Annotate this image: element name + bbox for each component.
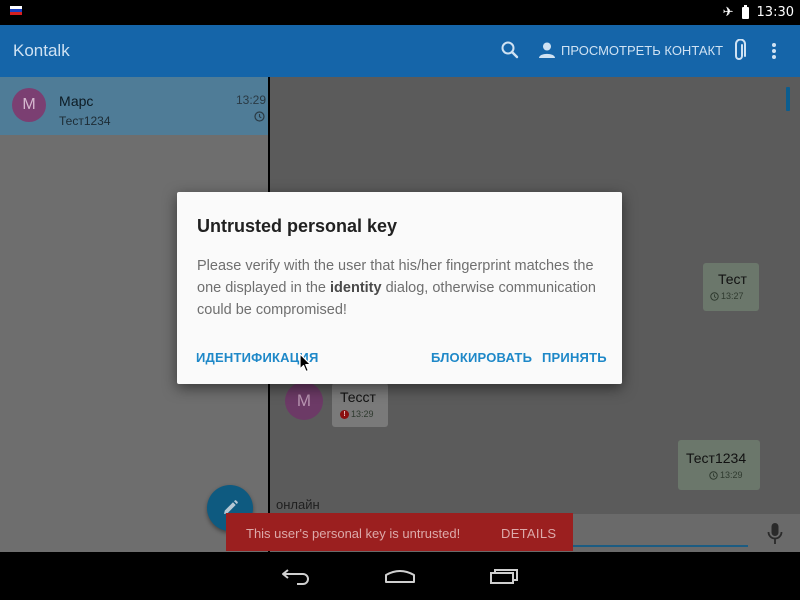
status-time: 13:30 <box>756 5 794 20</box>
microphone-icon[interactable] <box>767 522 783 546</box>
message-time: 13:29 <box>720 470 743 480</box>
avatar: M <box>285 382 323 420</box>
message-text: Тест <box>718 271 747 287</box>
message-bubble-incoming[interactable]: Тесст ! 13:29 <box>332 383 388 427</box>
person-icon <box>539 42 555 58</box>
message-meta: 13:29 <box>709 470 743 480</box>
search-icon[interactable] <box>500 40 520 60</box>
message-meta: 13:27 <box>710 291 744 301</box>
untrusted-key-dialog: Untrusted personal key Please verify wit… <box>177 192 622 384</box>
message-bubble-outgoing[interactable]: Тест 13:27 <box>703 263 759 311</box>
conversation-name: Марс <box>59 93 94 109</box>
back-icon[interactable] <box>281 567 311 585</box>
message-text: Тест1234 <box>686 450 747 466</box>
mouse-cursor-icon <box>299 353 312 373</box>
accept-button[interactable]: ПРИНЯТЬ <box>542 350 607 365</box>
dialog-title: Untrusted personal key <box>197 216 398 236</box>
message-time: 13:29 <box>351 409 374 419</box>
contact-status: онлайн <box>276 497 320 512</box>
more-vert-icon[interactable] <box>766 40 782 62</box>
conversation-time: 13:29 <box>236 93 267 107</box>
recent-apps-icon[interactable] <box>489 568 519 584</box>
chat-scrollbar[interactable] <box>786 87 790 111</box>
list-item[interactable]: M Марс Тест1234 13:29 <box>0 77 268 135</box>
compose-input-underline <box>570 545 748 547</box>
snackbar-details-button[interactable]: DETAILS <box>501 526 556 541</box>
attach-icon[interactable] <box>730 38 748 63</box>
view-contact-button[interactable]: ПРОСМОТРЕТЬ КОНТАКТ <box>538 39 723 61</box>
identity-keyword: identity <box>330 280 382 296</box>
home-icon[interactable] <box>384 568 416 584</box>
message-bubble-outgoing[interactable]: Тест1234 13:29 <box>678 440 760 490</box>
status-bar: ✈ 13:30 <box>0 0 800 25</box>
system-navigation-bar <box>0 552 800 600</box>
app-toolbar: Kontalk ПРОСМОТРЕТЬ КОНТАКТ <box>0 25 800 77</box>
airplane-mode-icon: ✈ <box>722 5 734 20</box>
snackbar-message: This user's personal key is untrusted! <box>246 526 461 541</box>
clock-icon <box>254 111 265 122</box>
dialog-message: Please verify with the user that his/her… <box>197 258 596 318</box>
message-meta: ! 13:29 <box>340 409 374 419</box>
block-button[interactable]: БЛОКИРОВАТЬ <box>431 350 532 365</box>
status-bar-right: ✈ 13:30 <box>723 3 794 22</box>
clock-icon <box>710 291 719 301</box>
app-title: Kontalk <box>13 41 70 60</box>
battery-icon <box>741 4 749 19</box>
message-time: 13:27 <box>721 291 744 301</box>
keyboard-language-flag-icon <box>10 6 22 15</box>
clock-icon <box>709 470 718 480</box>
avatar: M <box>12 88 46 122</box>
error-icon: ! <box>340 409 349 419</box>
untrusted-key-snackbar: This user's personal key is untrusted! D… <box>226 513 573 551</box>
view-contact-label: ПРОСМОТРЕТЬ КОНТАКТ <box>561 42 724 58</box>
message-text: Тесст <box>340 389 376 405</box>
conversation-preview: Тест1234 <box>59 114 111 128</box>
